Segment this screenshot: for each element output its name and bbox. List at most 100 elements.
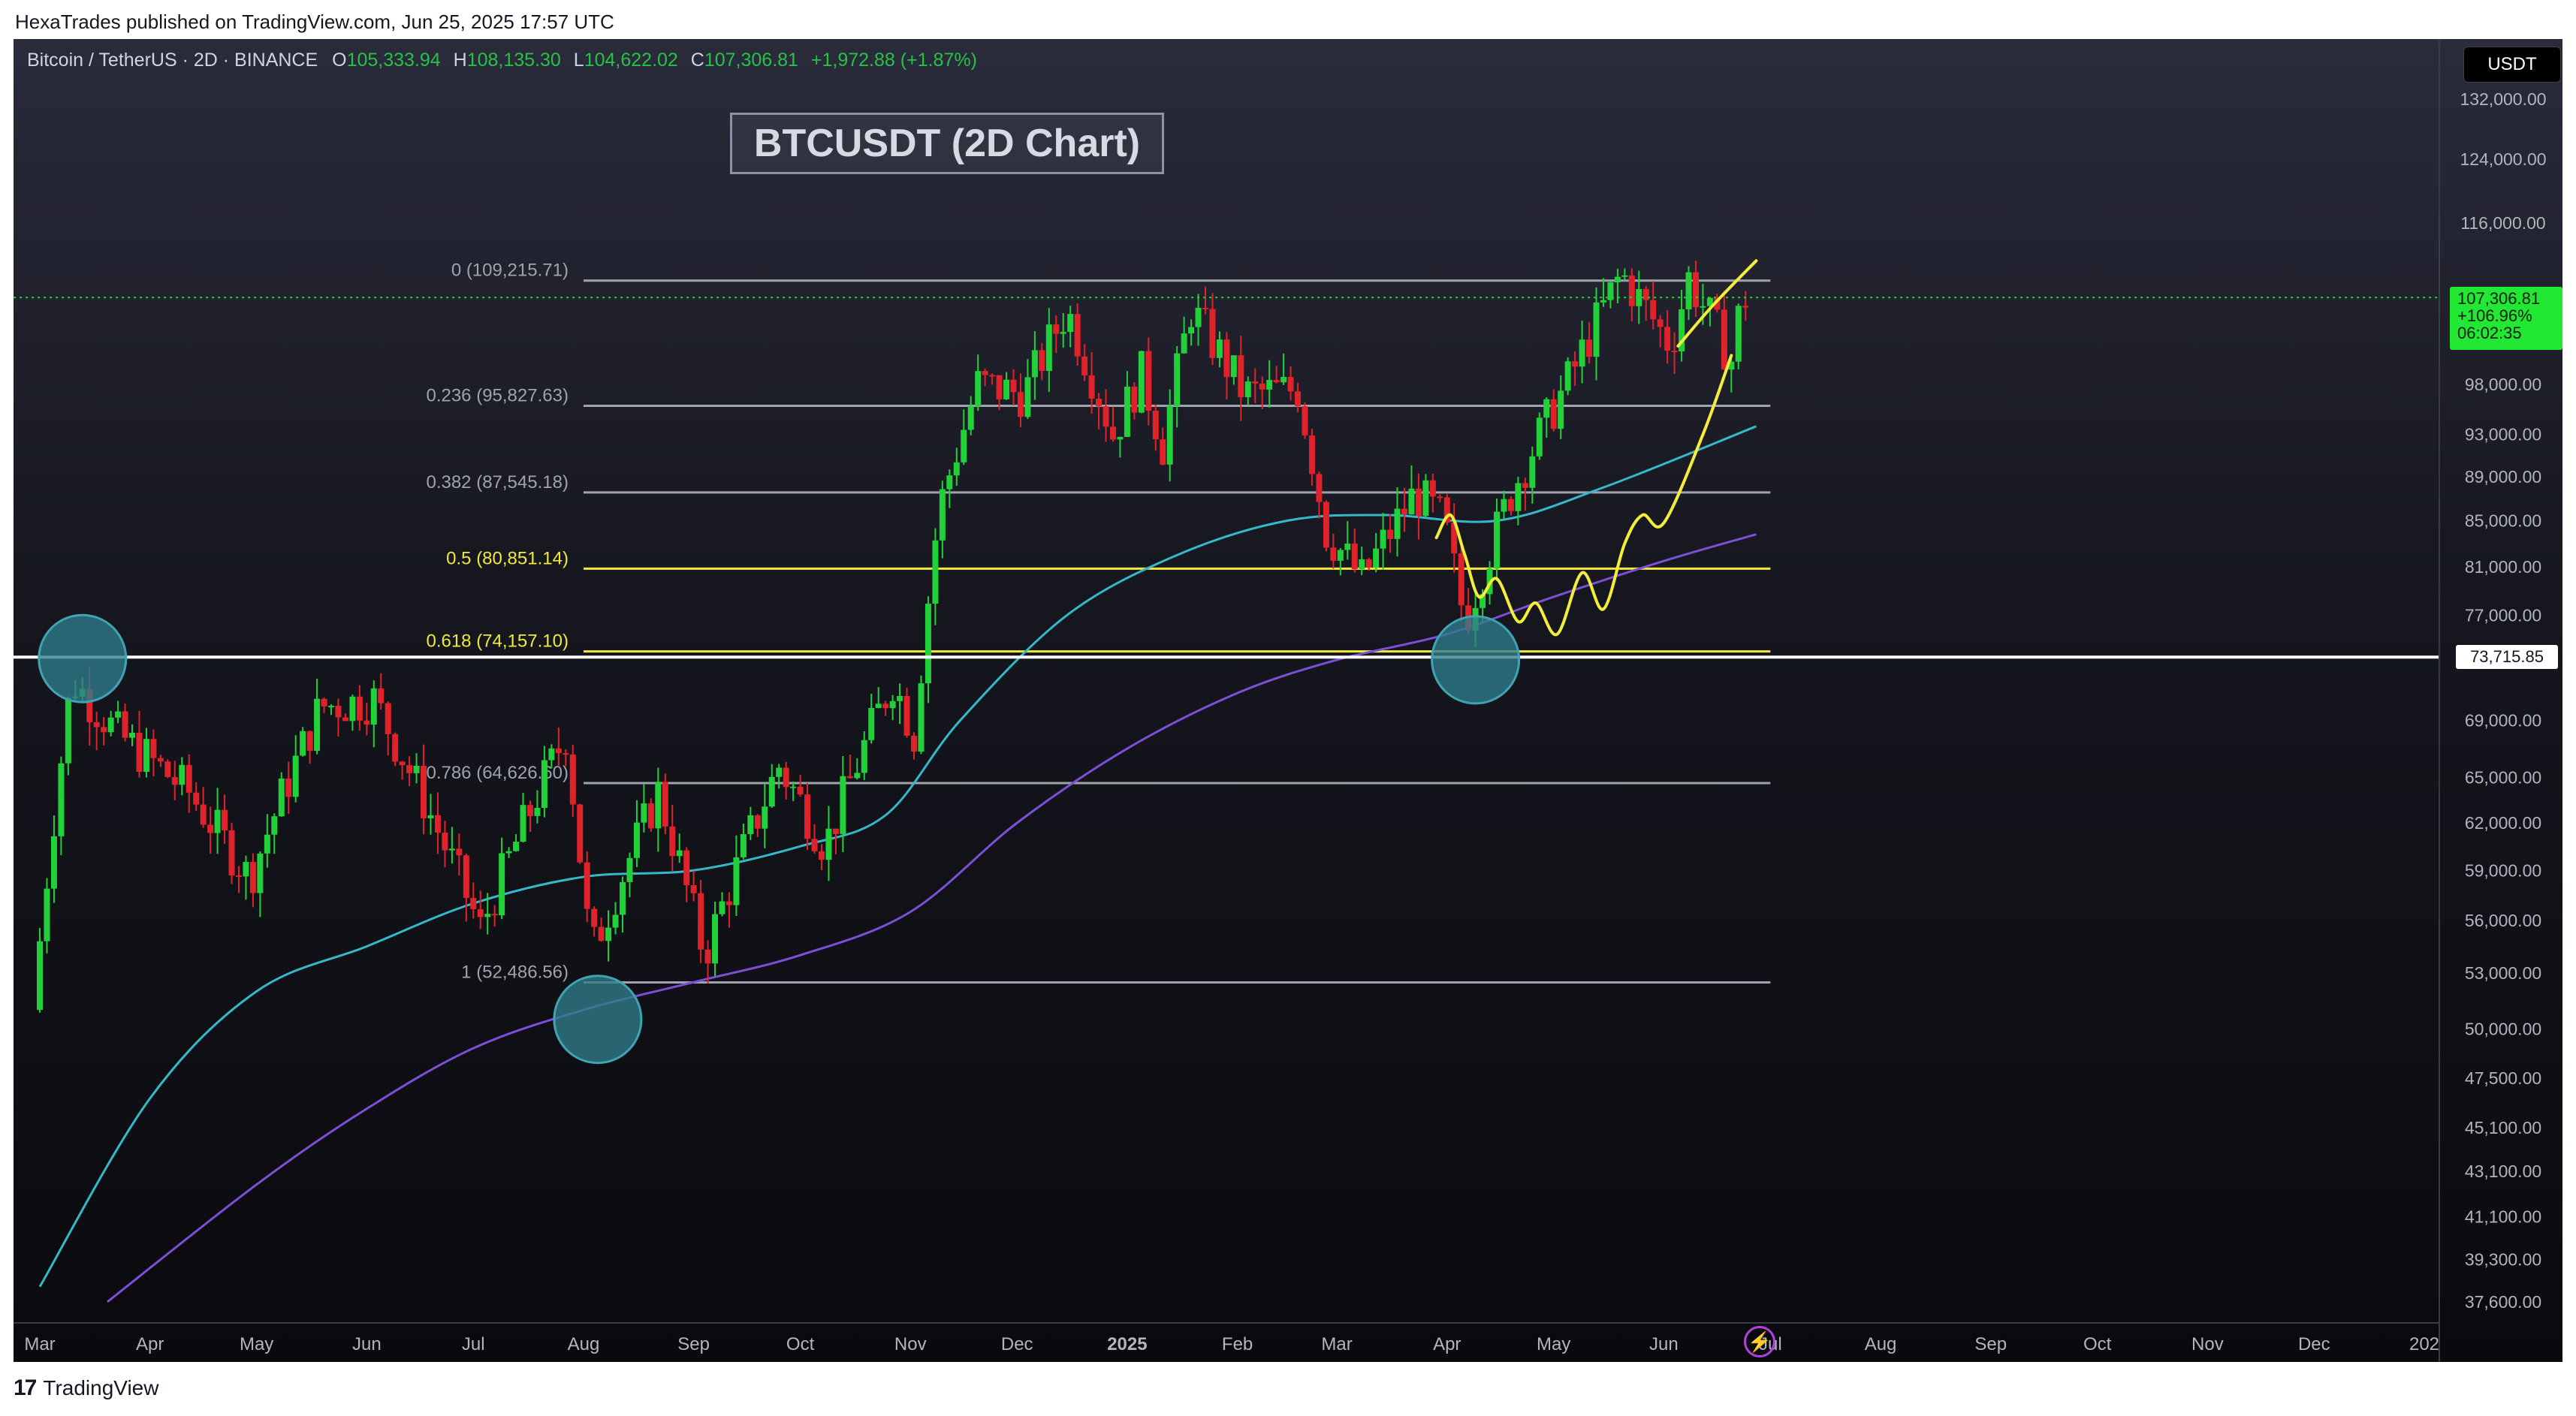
time-tick-label: Mar	[24, 1334, 55, 1354]
high-value: 108,135.30	[466, 50, 561, 71]
candle-body	[378, 688, 385, 703]
candle-body	[690, 885, 697, 893]
candle-body	[321, 698, 327, 706]
candle-body	[264, 834, 270, 854]
candle-body	[285, 778, 292, 797]
candle-body	[1145, 351, 1152, 411]
candle-body	[1010, 379, 1017, 393]
candle-body	[1244, 381, 1251, 398]
chart-title[interactable]: BTCUSDT (2D Chart)	[730, 113, 1164, 174]
candle-body	[1074, 314, 1081, 357]
candle-body	[1650, 300, 1657, 320]
candle-body	[1039, 350, 1045, 372]
candle-body	[555, 748, 562, 754]
candle-body	[1088, 375, 1095, 399]
candle-body	[150, 739, 157, 758]
price-tick-label: 53,000.00	[2465, 963, 2541, 983]
highlight-circle[interactable]	[1431, 615, 1521, 705]
candle-body	[300, 731, 306, 756]
candle-body	[1266, 380, 1273, 390]
candle-body	[534, 807, 541, 816]
candle-body	[1380, 529, 1386, 549]
fib-level-label: 0 (109,215.71)	[451, 261, 569, 281]
symbol-legend[interactable]: Bitcoin / TetherUS · 2D · BINANCE O105,3…	[27, 50, 977, 71]
candle-body	[1387, 529, 1394, 539]
candle-body	[897, 696, 903, 701]
candle-body	[1415, 488, 1422, 517]
candle-body	[171, 776, 178, 785]
candle-body	[399, 761, 406, 766]
candle-body	[470, 897, 477, 909]
candle-body	[1664, 327, 1671, 351]
candle-body	[526, 805, 533, 816]
candle-body	[790, 786, 797, 788]
candle-body	[1344, 544, 1351, 550]
candle-body	[406, 765, 413, 773]
lightning-icon[interactable]: ⚡	[1744, 1326, 1775, 1357]
candle-body	[1209, 309, 1216, 358]
candle-body	[107, 717, 114, 733]
candle-body	[328, 706, 335, 708]
candle-body	[1515, 483, 1522, 511]
bar-countdown: 06:02:35	[2457, 324, 2522, 343]
candle-body	[101, 727, 107, 733]
highlight-circle[interactable]	[553, 975, 643, 1065]
candle-body	[925, 604, 931, 684]
candle-body	[1181, 333, 1187, 354]
candle-body	[740, 833, 747, 857]
candle-body	[1003, 379, 1010, 399]
candle-body	[1045, 324, 1052, 372]
candle-body	[953, 462, 960, 476]
time-tick-label: Apr	[136, 1334, 164, 1354]
highlight-circle[interactable]	[38, 613, 128, 703]
touch-circles[interactable]	[38, 613, 1521, 1065]
candle-body	[1295, 391, 1302, 407]
candle-body	[662, 782, 668, 827]
candle-body	[392, 734, 399, 762]
candle-body	[1166, 405, 1173, 465]
candle-body	[164, 761, 171, 777]
candle-body	[577, 804, 584, 863]
candle-body	[292, 755, 299, 797]
time-tick-label: Apr	[1433, 1334, 1461, 1354]
candle-body	[1316, 474, 1323, 502]
candle-body	[370, 688, 377, 725]
candle-body	[932, 540, 939, 604]
candle-body	[463, 855, 469, 898]
candle-body	[754, 815, 761, 829]
candle-body	[1692, 272, 1699, 308]
candle-body	[1223, 339, 1230, 378]
candle-body	[840, 776, 846, 834]
candle-body	[768, 776, 775, 807]
candle-body	[975, 371, 982, 406]
time-tick-label: Feb	[1222, 1334, 1253, 1354]
candle-body	[1117, 436, 1124, 440]
candle-body	[235, 875, 242, 878]
candle-body	[228, 830, 235, 876]
price-chart[interactable]: 0 (109,215.71) 0.236 (95,827.63) 0.382 (87…	[14, 39, 2562, 1362]
candle-body	[1742, 306, 1749, 308]
candle-body	[1308, 435, 1315, 475]
chart-panel[interactable]: 0 (109,215.71) 0.236 (95,827.63) 0.382 (87…	[14, 39, 2562, 1362]
candle-body	[50, 836, 57, 889]
axes[interactable]: 132,000.00 124,000.00 116,000.00 98,000.00 9…	[14, 39, 2547, 1362]
candle-body	[1081, 356, 1088, 375]
time-tick-label: Aug	[568, 1334, 600, 1354]
candle-body	[413, 765, 420, 773]
currency-button[interactable]: USDT	[2463, 47, 2561, 83]
fib-level-label: 0.618 (74,157.10)	[426, 631, 568, 652]
candle-body	[875, 703, 882, 708]
candle-body	[605, 927, 612, 941]
candle-body	[421, 765, 427, 818]
footer-branding[interactable]: 17 TradingView	[14, 1375, 158, 1401]
candle-body	[136, 732, 143, 772]
candle-body	[499, 853, 505, 916]
price-tick-label: 43,100.00	[2465, 1161, 2541, 1181]
candle-body	[1230, 355, 1237, 378]
time-tick-label: May	[240, 1334, 273, 1354]
time-tick-label: Dec	[1001, 1334, 1033, 1354]
candle-body	[1572, 361, 1579, 367]
candle-body	[1096, 399, 1102, 407]
candle-body	[1401, 508, 1407, 515]
price-tick-label: 47,500.00	[2465, 1068, 2541, 1088]
